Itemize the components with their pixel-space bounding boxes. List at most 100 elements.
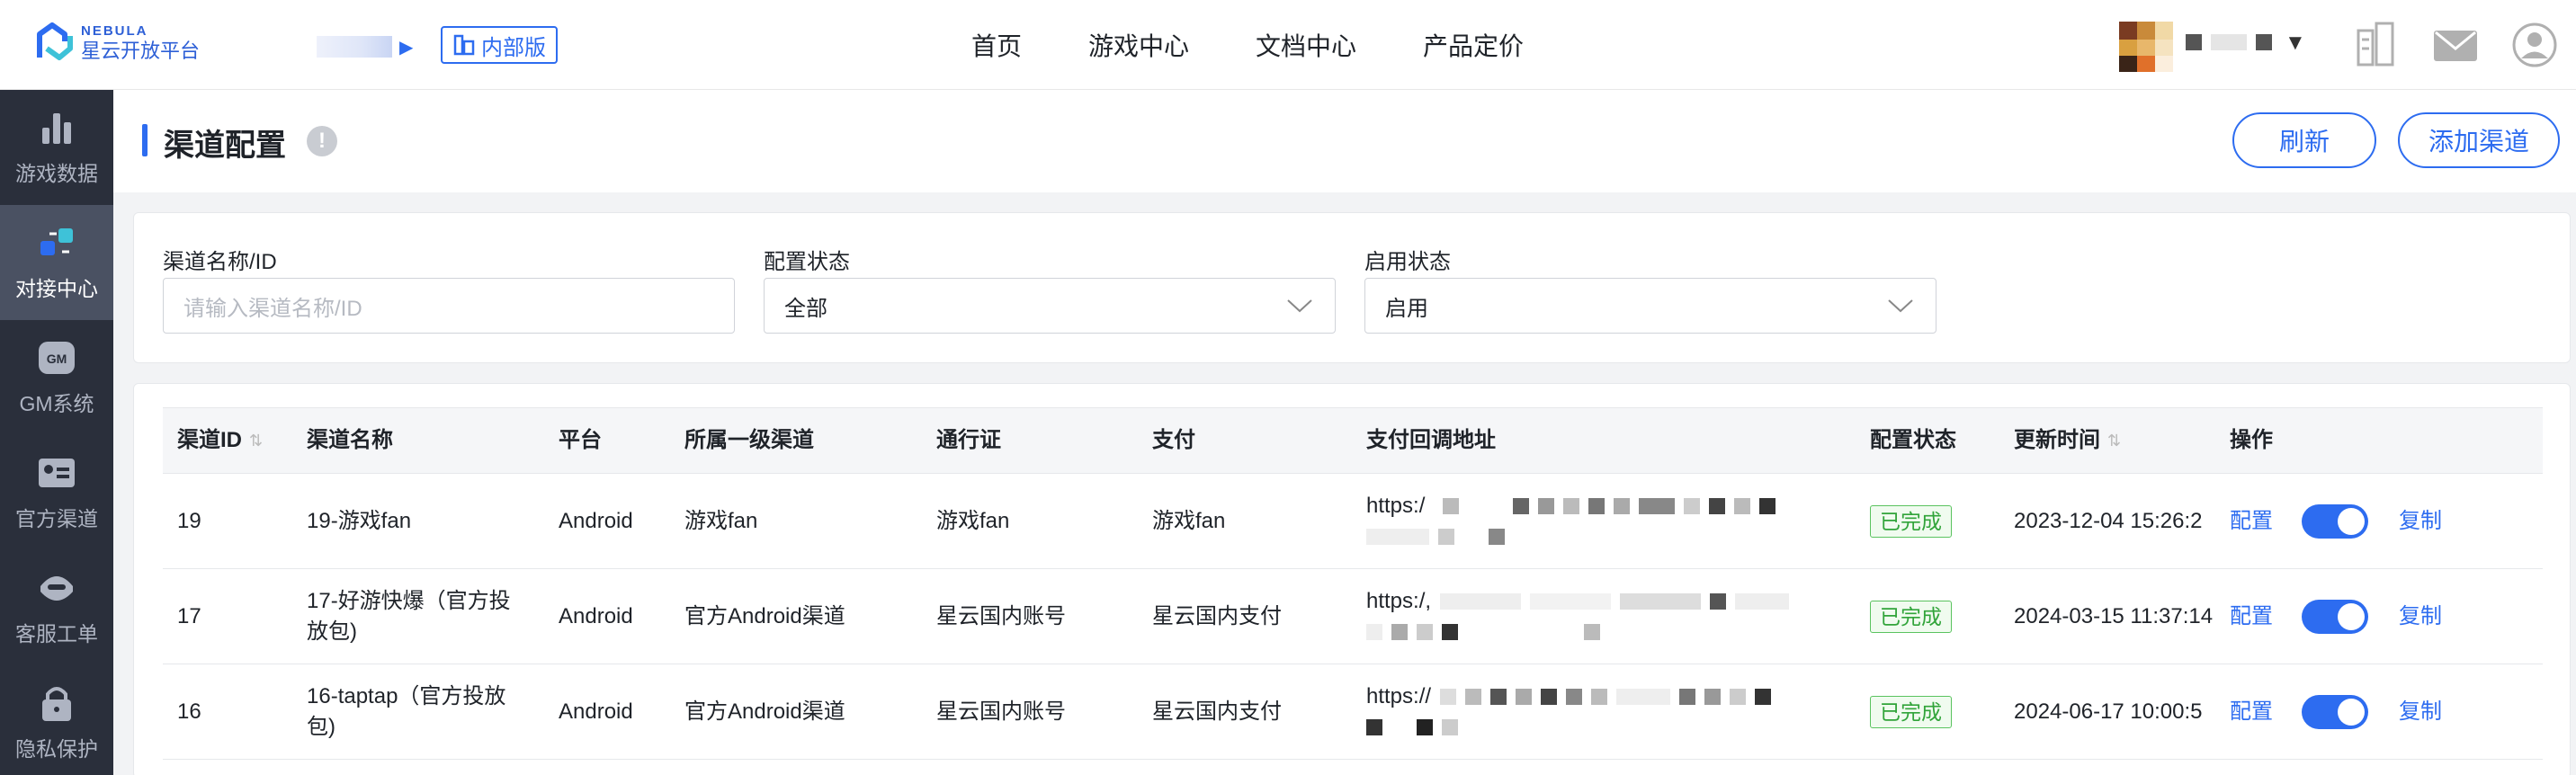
mail-icon[interactable]: [2432, 22, 2479, 68]
gm-icon: GM: [39, 342, 75, 374]
bar-chart-icon: [42, 113, 71, 144]
internal-tag-label: 内部版: [481, 35, 546, 60]
enable-toggle[interactable]: [2302, 503, 2368, 539]
cell-id: 16: [177, 699, 201, 724]
col-header-parent: 所属一级渠道: [684, 428, 814, 452]
config-status-select[interactable]: 全部: [764, 278, 1336, 334]
headset-icon: [40, 576, 73, 601]
filter-config-label: 配置状态: [764, 250, 850, 274]
sidebar-item-ticket[interactable]: 客服工单: [0, 550, 113, 665]
col-header-passport: 通行证: [936, 428, 1001, 452]
chevron-down-icon: [1888, 299, 1913, 313]
sidebar-item-privacy[interactable]: 隐私保护: [0, 665, 113, 775]
col-header-platform: 平台: [559, 428, 602, 452]
sidebar-item-integration[interactable]: 对接中心: [0, 205, 113, 320]
cell-parent: 官方Android渠道: [684, 699, 845, 724]
table-row: 16 16-taptap（官方投放包) Android 官方Android渠道 …: [163, 664, 2543, 760]
cell-name: 17-好游快爆（官方投放包): [307, 588, 511, 644]
cell-parent: 官方Android渠道: [684, 603, 845, 628]
brand-name-cn: 星云开放平台: [81, 40, 201, 62]
cell-config-status: 已完成: [1870, 474, 1952, 568]
cell-id: 17: [177, 603, 201, 628]
enable-status-value: 启用: [1385, 296, 1428, 321]
refresh-button[interactable]: 刷新: [2232, 112, 2376, 168]
enable-toggle[interactable]: [2302, 694, 2368, 729]
brand-logo[interactable]: NEBULA 星云开放平台: [34, 22, 200, 67]
caret-right-icon[interactable]: ▶: [399, 36, 413, 58]
nav-docs[interactable]: 文档中心: [1256, 27, 1356, 63]
brand-name-en: NEBULA: [81, 23, 148, 39]
sidebar-item-official-channel[interactable]: 官方渠道: [0, 435, 113, 550]
table-header-row: 渠道ID ⇅ 渠道名称 平台 所属一级渠道 通行证 支付 支付回调地址 配置状态 …: [163, 407, 2543, 474]
config-link[interactable]: 配置: [2230, 569, 2273, 664]
enable-toggle[interactable]: [2302, 599, 2368, 634]
enable-status-select[interactable]: 启用: [1364, 278, 1936, 334]
cell-name: 19-游戏fan: [307, 508, 412, 533]
cell-passport: 星云国内账号: [936, 603, 1066, 628]
nav-pricing[interactable]: 产品定价: [1423, 27, 1524, 63]
table-row: 19 19-游戏fan Android 游戏fan 游戏fan 游戏fan ht…: [163, 474, 2543, 569]
cell-platform: Android: [559, 508, 633, 533]
project-selector[interactable]: [317, 36, 392, 58]
internal-version-tag: 内部版: [441, 26, 558, 64]
sidebar-item-label: 官方渠道: [15, 507, 98, 530]
cell-config-status: 已完成: [1870, 664, 1952, 759]
copy-link[interactable]: 复制: [2399, 569, 2442, 664]
cell-parent: 游戏fan: [684, 508, 758, 533]
cell-pay: 星云国内支付: [1152, 699, 1282, 724]
col-header-id[interactable]: 渠道ID ⇅: [177, 408, 263, 473]
user-circle-icon[interactable]: [2511, 22, 2558, 68]
chevron-down-icon: [1287, 299, 1312, 313]
sidebar-item-label: 客服工单: [15, 622, 98, 646]
nav-home[interactable]: 首页: [971, 27, 1022, 63]
cell-platform: Android: [559, 699, 633, 724]
help-icon[interactable]: !: [307, 126, 337, 156]
page-title: 渠道配置: [164, 129, 286, 163]
svg-text:GM: GM: [47, 352, 67, 366]
copy-link[interactable]: 复制: [2399, 474, 2442, 568]
main-nav: 首页 游戏中心 文档中心 产品定价: [971, 0, 1590, 90]
user-name[interactable]: [2186, 34, 2272, 50]
cell-callback: https://: [1366, 664, 1834, 759]
col-header-action: 操作: [2230, 428, 2273, 452]
avatar[interactable]: [2119, 22, 2173, 72]
sidebar-item-game-data[interactable]: 游戏数据: [0, 90, 113, 205]
cell-id: 19: [177, 508, 201, 533]
sidebar-item-label: 隐私保护: [15, 737, 98, 761]
col-header-config-status: 配置状态: [1870, 428, 1956, 452]
sort-icon[interactable]: ⇅: [249, 425, 263, 456]
sidebar-item-label: 对接中心: [15, 277, 98, 300]
col-header-pay: 支付: [1152, 428, 1195, 452]
chevron-down-icon[interactable]: ▼: [2285, 31, 2306, 56]
config-link[interactable]: 配置: [2230, 664, 2273, 759]
title-accent-bar: [142, 124, 148, 156]
config-link[interactable]: 配置: [2230, 474, 2273, 568]
filter-name-label: 渠道名称/ID: [163, 250, 277, 274]
cell-platform: Android: [559, 603, 633, 628]
sort-icon[interactable]: ⇅: [2107, 425, 2121, 456]
col-header-updated[interactable]: 更新时间 ⇅: [2014, 408, 2121, 473]
channel-search-input[interactable]: 请输入渠道名称/ID: [163, 278, 735, 334]
add-channel-button[interactable]: 添加渠道: [2398, 112, 2560, 168]
page-header: 渠道配置 ! 刷新 添加渠道: [113, 90, 2576, 192]
filter-enable-label: 启用状态: [1364, 250, 1451, 274]
copy-link[interactable]: 复制: [2399, 664, 2442, 759]
col-header-callback: 支付回调地址: [1366, 428, 1496, 452]
enable-toggle-cell: [2302, 664, 2368, 759]
cell-updated: 2024-06-17 10:00:5: [2014, 699, 2203, 724]
connect-icon: [40, 228, 73, 255]
cell-callback: https:/,: [1366, 569, 1834, 664]
sidebar: 游戏数据 对接中心 GM GM系统 官方渠道 客服工单 隐私保护: [0, 90, 113, 775]
status-badge: 已完成: [1870, 504, 1952, 538]
cell-name: 16-taptap（官方投放包): [307, 683, 506, 739]
building-list-icon[interactable]: [2353, 22, 2400, 68]
nav-game-center[interactable]: 游戏中心: [1088, 27, 1189, 63]
id-card-icon: [39, 459, 75, 487]
config-status-value: 全部: [784, 296, 827, 321]
cell-config-status: 已完成: [1870, 569, 1952, 664]
sidebar-item-gm[interactable]: GM GM系统: [0, 320, 113, 435]
cell-passport: 星云国内账号: [936, 699, 1066, 724]
cell-pay: 游戏fan: [1152, 508, 1226, 533]
nebula-logo-icon: [37, 22, 73, 60]
status-badge: 已完成: [1870, 695, 1952, 728]
